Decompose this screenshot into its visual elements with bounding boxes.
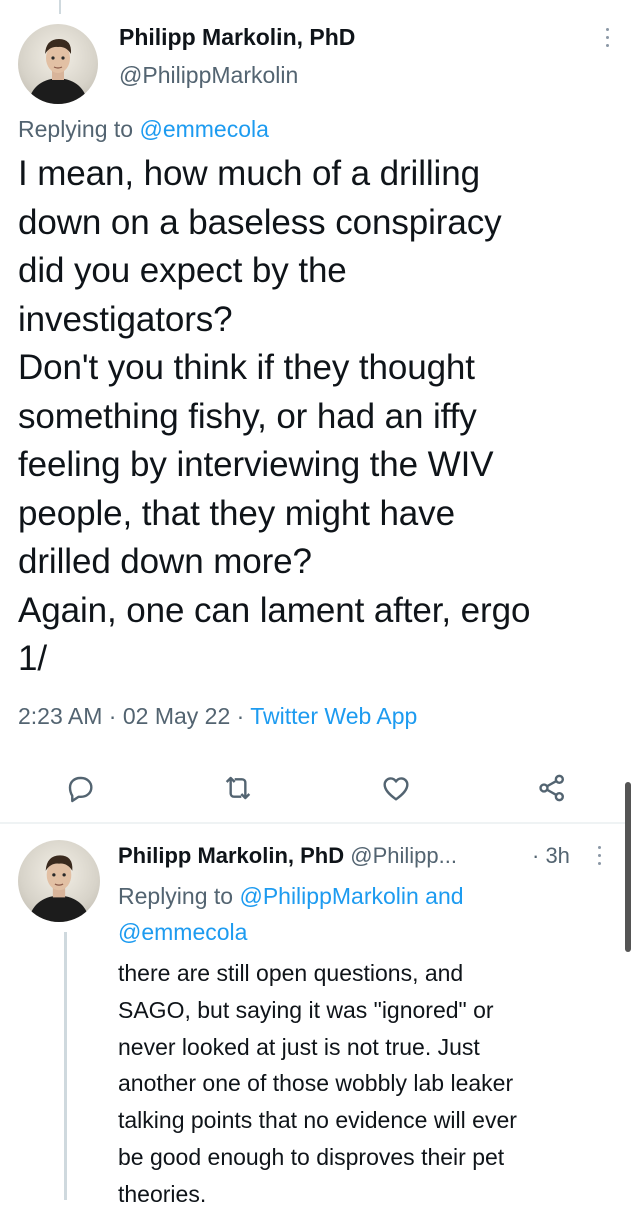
tweet-metadata: 2:23 AM · 02 May 22 · Twitter Web App — [18, 703, 417, 730]
avatar[interactable] — [18, 24, 98, 104]
replying-prefix: Replying to — [18, 116, 140, 142]
tweet-line: investigators? — [18, 299, 233, 339]
reply-line: theories. — [118, 1180, 207, 1207]
tweet-line: drilled down more? — [18, 542, 312, 581]
more-vertical-icon — [598, 846, 601, 865]
mention-link[interactable]: @PhilippMarkolin — [239, 883, 418, 909]
more-options-button[interactable] — [606, 28, 609, 47]
tweet-line: feeling by interviewing the WIV — [18, 445, 494, 484]
reply-author-name[interactable]: Philipp Markolin, PhD — [118, 843, 344, 868]
thread-connector — [64, 932, 67, 1200]
author-name[interactable]: Philipp Markolin, PhD — [119, 24, 355, 51]
avatar-portrait-icon — [28, 39, 88, 104]
retweet-button[interactable] — [222, 772, 254, 804]
tweet-line: I mean, how much of a drilling — [18, 154, 480, 193]
reply-text: there are still open questions, and SAGO… — [118, 955, 618, 1213]
share-button[interactable] — [536, 772, 568, 804]
tweet-divider — [0, 822, 631, 824]
meta-separator: · — [230, 703, 251, 729]
tweet-line: Again, one can lament after, ergo — [18, 590, 531, 630]
like-icon — [383, 777, 409, 801]
replying-prefix: Replying to — [118, 883, 240, 909]
share-icon — [539, 774, 564, 802]
tweet-line: 1/ — [18, 639, 47, 678]
reply-author-handle[interactable]: @Philipp... — [350, 843, 457, 868]
tweet-text: I mean, how much of a drilling down on a… — [18, 150, 618, 684]
meta-separator: · — [102, 703, 123, 729]
tweet-line: something fishy, or had an iffy — [18, 396, 477, 436]
avatar-portrait-icon — [28, 855, 90, 922]
tweet-source[interactable]: Twitter Web App — [250, 703, 417, 729]
mention-link[interactable]: @emmecola — [118, 919, 247, 945]
reply-line: another one of those wobbly lab leaker — [118, 1070, 514, 1097]
tweet-line: people, that they might have — [18, 493, 455, 533]
replying-to: Replying to @emmecola — [18, 116, 269, 143]
scrollbar[interactable] — [625, 782, 631, 952]
like-button[interactable] — [380, 772, 412, 804]
reply-icon — [68, 776, 93, 803]
reply-line: there are still open questions, and — [118, 960, 464, 986]
reply-line: never looked at just is not true. Just — [118, 1033, 480, 1060]
tweet-date[interactable]: 02 May 22 — [123, 703, 230, 729]
retweet-icon — [225, 776, 251, 800]
author-handle[interactable]: @PhilippMarkolin — [119, 62, 298, 89]
reply-button[interactable] — [64, 772, 96, 804]
tweet-time[interactable]: 2:23 AM — [18, 703, 102, 729]
reply-time[interactable]: · 3h — [532, 843, 570, 869]
reply-replying-to: Replying to @PhilippMarkolin and @emmecol… — [118, 878, 598, 950]
action-bar — [0, 772, 631, 806]
tweet-line: did you expect by the — [18, 251, 347, 290]
thread-connector-top — [59, 0, 61, 14]
avatar[interactable] — [18, 840, 100, 922]
more-vertical-icon — [606, 28, 609, 47]
reply-line: be good enough to disproves their pet — [118, 1143, 505, 1170]
reply-more-options-button[interactable] — [598, 846, 601, 865]
mention-link[interactable]: @emmecola — [139, 116, 268, 142]
reply-line: SAGO, but saying it was "ignored" or — [118, 996, 494, 1023]
reply-line: talking points that no evidence will eve… — [118, 1107, 517, 1134]
tweet-line: down on a baseless conspiracy — [18, 202, 502, 242]
tweet-line: Don't you think if they thought — [18, 348, 475, 387]
replying-conjunction: and — [418, 883, 464, 909]
reply-author[interactable]: Philipp Markolin, PhD @Philipp... — [118, 843, 457, 869]
